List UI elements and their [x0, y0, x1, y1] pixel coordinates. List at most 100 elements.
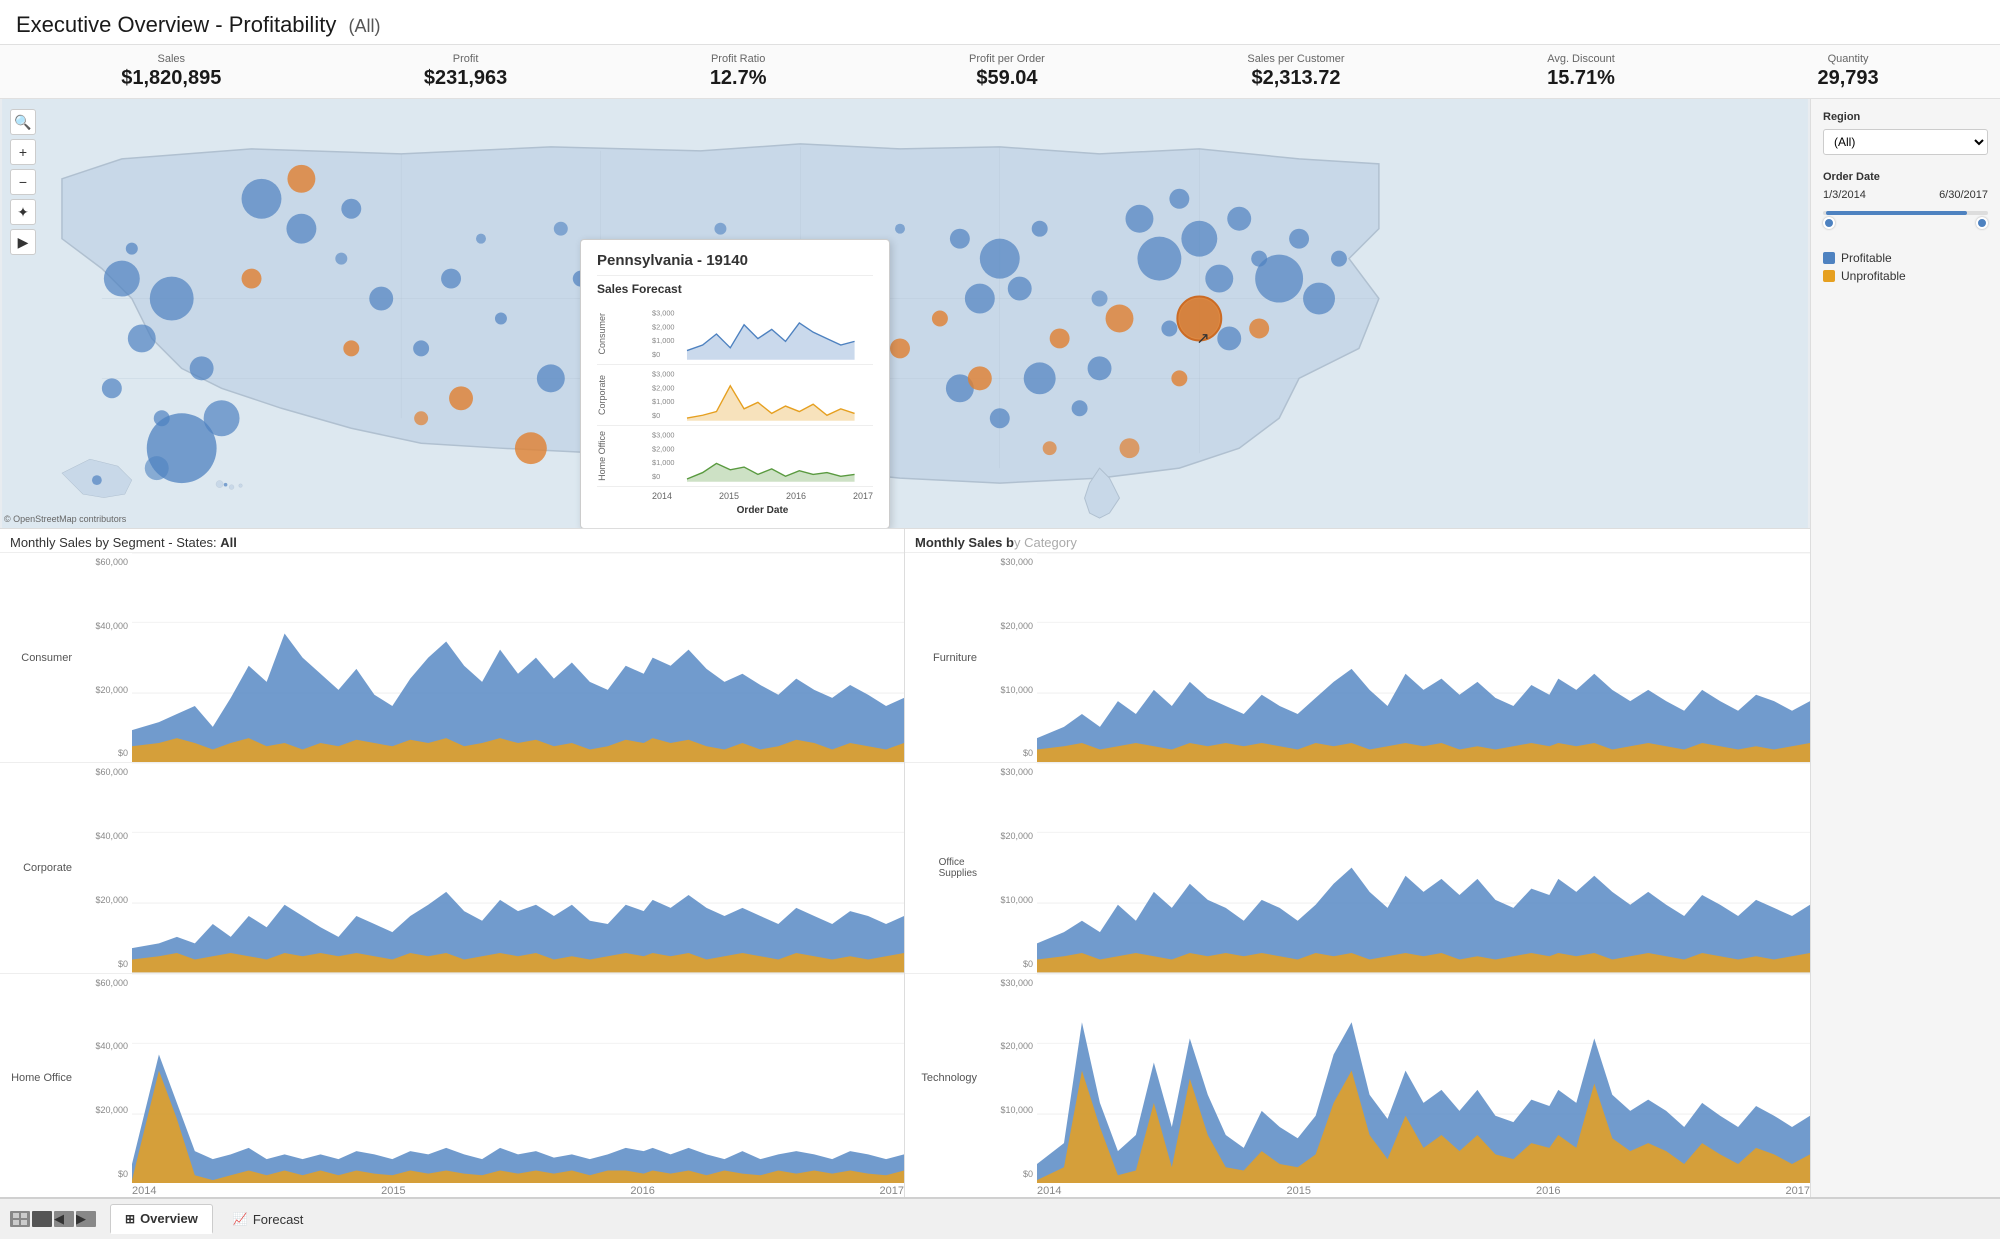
segment-corporate-row: Corporate $60,000$40,000$20,000$0: [0, 763, 904, 973]
tab-forecast-icon: 📈: [233, 1212, 248, 1226]
category-charts: Furniture $30,000$20,000$10,000$0: [905, 553, 1810, 1183]
map-play-btn[interactable]: ▶: [10, 229, 36, 255]
legend-unprofitable-label: Unprofitable: [1841, 269, 1906, 283]
map-svg: ↗: [0, 99, 1810, 528]
category-furniture-label: Furniture: [905, 553, 985, 762]
tooltip-consumer-row: Consumer $3,000 $2,000 $1,000 $0: [597, 304, 873, 365]
charts-bottom: Monthly Sales by Segment - States: All C…: [0, 529, 1810, 1197]
nav-arrow-right-icon[interactable]: ▶: [76, 1211, 96, 1227]
category-technology-label: Technology: [905, 974, 985, 1183]
kpi-bar: Sales $1,820,895 Profit $231,963 Profit …: [0, 45, 2000, 99]
tooltip-chart: Consumer $3,000 $2,000 $1,000 $0: [597, 304, 873, 516]
category-technology-row: Technology $30,000$20,000$10,000$0: [905, 974, 1810, 1183]
tooltip-consumer-label: Consumer: [597, 309, 652, 359]
legend-profitable: Profitable: [1823, 251, 1988, 265]
tooltip-x-title: Order Date: [597, 503, 873, 516]
date-slider-end[interactable]: [1976, 217, 1988, 229]
segment-consumer-row: Consumer $60,000$40,000$20,000$0: [0, 553, 904, 763]
segment-homeoffice-label: Home Office: [0, 974, 80, 1183]
tooltip-homeoffice-row: Home Office $3,000 $2,000 $1,000 $0: [597, 426, 873, 487]
right-chart-x-axis: 2014201520162017: [905, 1183, 1810, 1197]
category-officesupplies-row: OfficeSupplies $30,000$20,000$10,000$0: [905, 763, 1810, 973]
corporate-y-axis: $60,000$40,000$20,000$0: [80, 763, 132, 972]
segment-homeoffice-row: Home Office $60,000$40,000$20,000$0: [0, 974, 904, 1183]
consumer-chart-area: [132, 553, 904, 762]
kpi-profit-ratio: Profit Ratio 12.7%: [710, 53, 767, 90]
svg-text:$1,000: $1,000: [652, 458, 675, 467]
right-sidebar: Region (All) Order Date 1/3/2014 6/30/20…: [1810, 99, 2000, 1197]
category-officesupplies-label: OfficeSupplies: [905, 763, 985, 972]
homeoffice-y-axis: $60,000$40,000$20,000$0: [80, 974, 132, 1183]
legend-profitable-icon: [1823, 252, 1835, 264]
legend-unprofitable: Unprofitable: [1823, 269, 1988, 283]
svg-text:$0: $0: [652, 350, 660, 359]
nav-icons-group: ◀ ▶: [10, 1211, 96, 1227]
kpi-sales: Sales $1,820,895: [121, 53, 221, 90]
nav-arrow-left-icon[interactable]: ◀: [54, 1211, 74, 1227]
chart-right-title: Monthly Sales by Category: [905, 529, 1810, 553]
tooltip-subtitle: Sales Forecast: [597, 282, 873, 296]
svg-text:$2,000: $2,000: [652, 444, 675, 453]
tooltip-corporate-label: Corporate: [597, 371, 652, 419]
svg-text:$3,000: $3,000: [652, 431, 675, 440]
date-slider-start[interactable]: [1823, 217, 1835, 229]
svg-text:$3,000: $3,000: [652, 370, 675, 379]
chart-left: Monthly Sales by Segment - States: All C…: [0, 529, 905, 1197]
page-header: Executive Overview - Profitability (All): [0, 0, 2000, 45]
tab-overview-icon: ⊞: [125, 1212, 135, 1226]
map-controls: 🔍 + − ✦ ▶: [10, 109, 36, 255]
consumer-y-axis: $60,000$40,000$20,000$0: [80, 553, 132, 762]
sidebar-region-section: Region (All): [1823, 111, 1988, 155]
bottom-nav: ◀ ▶ ⊞ Overview 📈 Forecast: [0, 1197, 2000, 1239]
sidebar-legend-section: Profitable Unprofitable: [1823, 251, 1988, 283]
segment-consumer-label: Consumer: [0, 553, 80, 762]
kpi-profit-per-order: Profit per Order $59.04: [969, 53, 1045, 90]
tooltip-corporate-row: Corporate $3,000 $2,000 $1,000 $0: [597, 365, 873, 426]
svg-text:$2,000: $2,000: [652, 322, 675, 331]
left-panel: 🔍 + − ✦ ▶: [0, 99, 1810, 1197]
tab-forecast[interactable]: 📈 Forecast: [219, 1206, 318, 1233]
corporate-chart-area: [132, 763, 904, 972]
legend-profitable-label: Profitable: [1841, 251, 1892, 265]
tab-overview[interactable]: ⊞ Overview: [110, 1204, 213, 1234]
kpi-profit: Profit $231,963: [424, 53, 507, 90]
kpi-quantity: Quantity 29,793: [1817, 53, 1878, 90]
page-title: Executive Overview - Profitability (All): [16, 12, 1984, 38]
svg-text:$1,000: $1,000: [652, 397, 675, 406]
svg-text:$3,000: $3,000: [652, 309, 675, 318]
sidebar-region-label: Region: [1823, 111, 1988, 123]
chart-left-title: Monthly Sales by Segment - States: All: [0, 529, 904, 553]
map-zoom-out-btn[interactable]: −: [10, 169, 36, 195]
sidebar-date-values: 1/3/2014 6/30/2017: [1823, 189, 1988, 201]
segment-corporate-label: Corporate: [0, 763, 80, 972]
map-container[interactable]: 🔍 + − ✦ ▶: [0, 99, 1810, 529]
kpi-avg-discount: Avg. Discount 15.71%: [1547, 53, 1615, 90]
tooltip-x-axis: 2014 2015 2016 2017: [597, 487, 873, 501]
nav-grid-icon[interactable]: [10, 1211, 30, 1227]
legend-unprofitable-icon: [1823, 270, 1835, 282]
svg-text:$0: $0: [652, 472, 660, 481]
nav-list-icon[interactable]: [32, 1211, 52, 1227]
technology-chart-area: [1037, 974, 1810, 1183]
segment-charts: Consumer $60,000$40,000$20,000$0: [0, 553, 904, 1183]
tooltip-homeoffice-label: Home Office: [597, 427, 652, 485]
tooltip-consumer-chart: $3,000 $2,000 $1,000 $0: [652, 304, 873, 364]
left-chart-x-axis: 2014201520162017: [0, 1183, 904, 1197]
sidebar-date-section: Order Date 1/3/2014 6/30/2017: [1823, 171, 1988, 235]
map-search-btn[interactable]: 🔍: [10, 109, 36, 135]
sidebar-date-label: Order Date: [1823, 171, 1988, 183]
map-zoom-in-btn[interactable]: +: [10, 139, 36, 165]
kpi-sales-per-customer: Sales per Customer $2,313.72: [1247, 53, 1344, 90]
map-attribution: © OpenStreetMap contributors: [4, 514, 126, 524]
officesupplies-chart-area: [1037, 763, 1810, 972]
map-star-btn[interactable]: ✦: [10, 199, 36, 225]
tooltip-title: Pennsylvania - 19140: [597, 252, 873, 276]
svg-text:$1,000: $1,000: [652, 336, 675, 345]
category-furniture-row: Furniture $30,000$20,000$10,000$0: [905, 553, 1810, 763]
furniture-chart-area: [1037, 553, 1810, 762]
tab-forecast-label: Forecast: [253, 1212, 304, 1227]
svg-text:$0: $0: [652, 411, 660, 420]
chart-right: Monthly Sales by Category Furniture $30,…: [905, 529, 1810, 1197]
svg-text:$2,000: $2,000: [652, 383, 675, 392]
sidebar-region-dropdown[interactable]: (All): [1823, 129, 1988, 155]
